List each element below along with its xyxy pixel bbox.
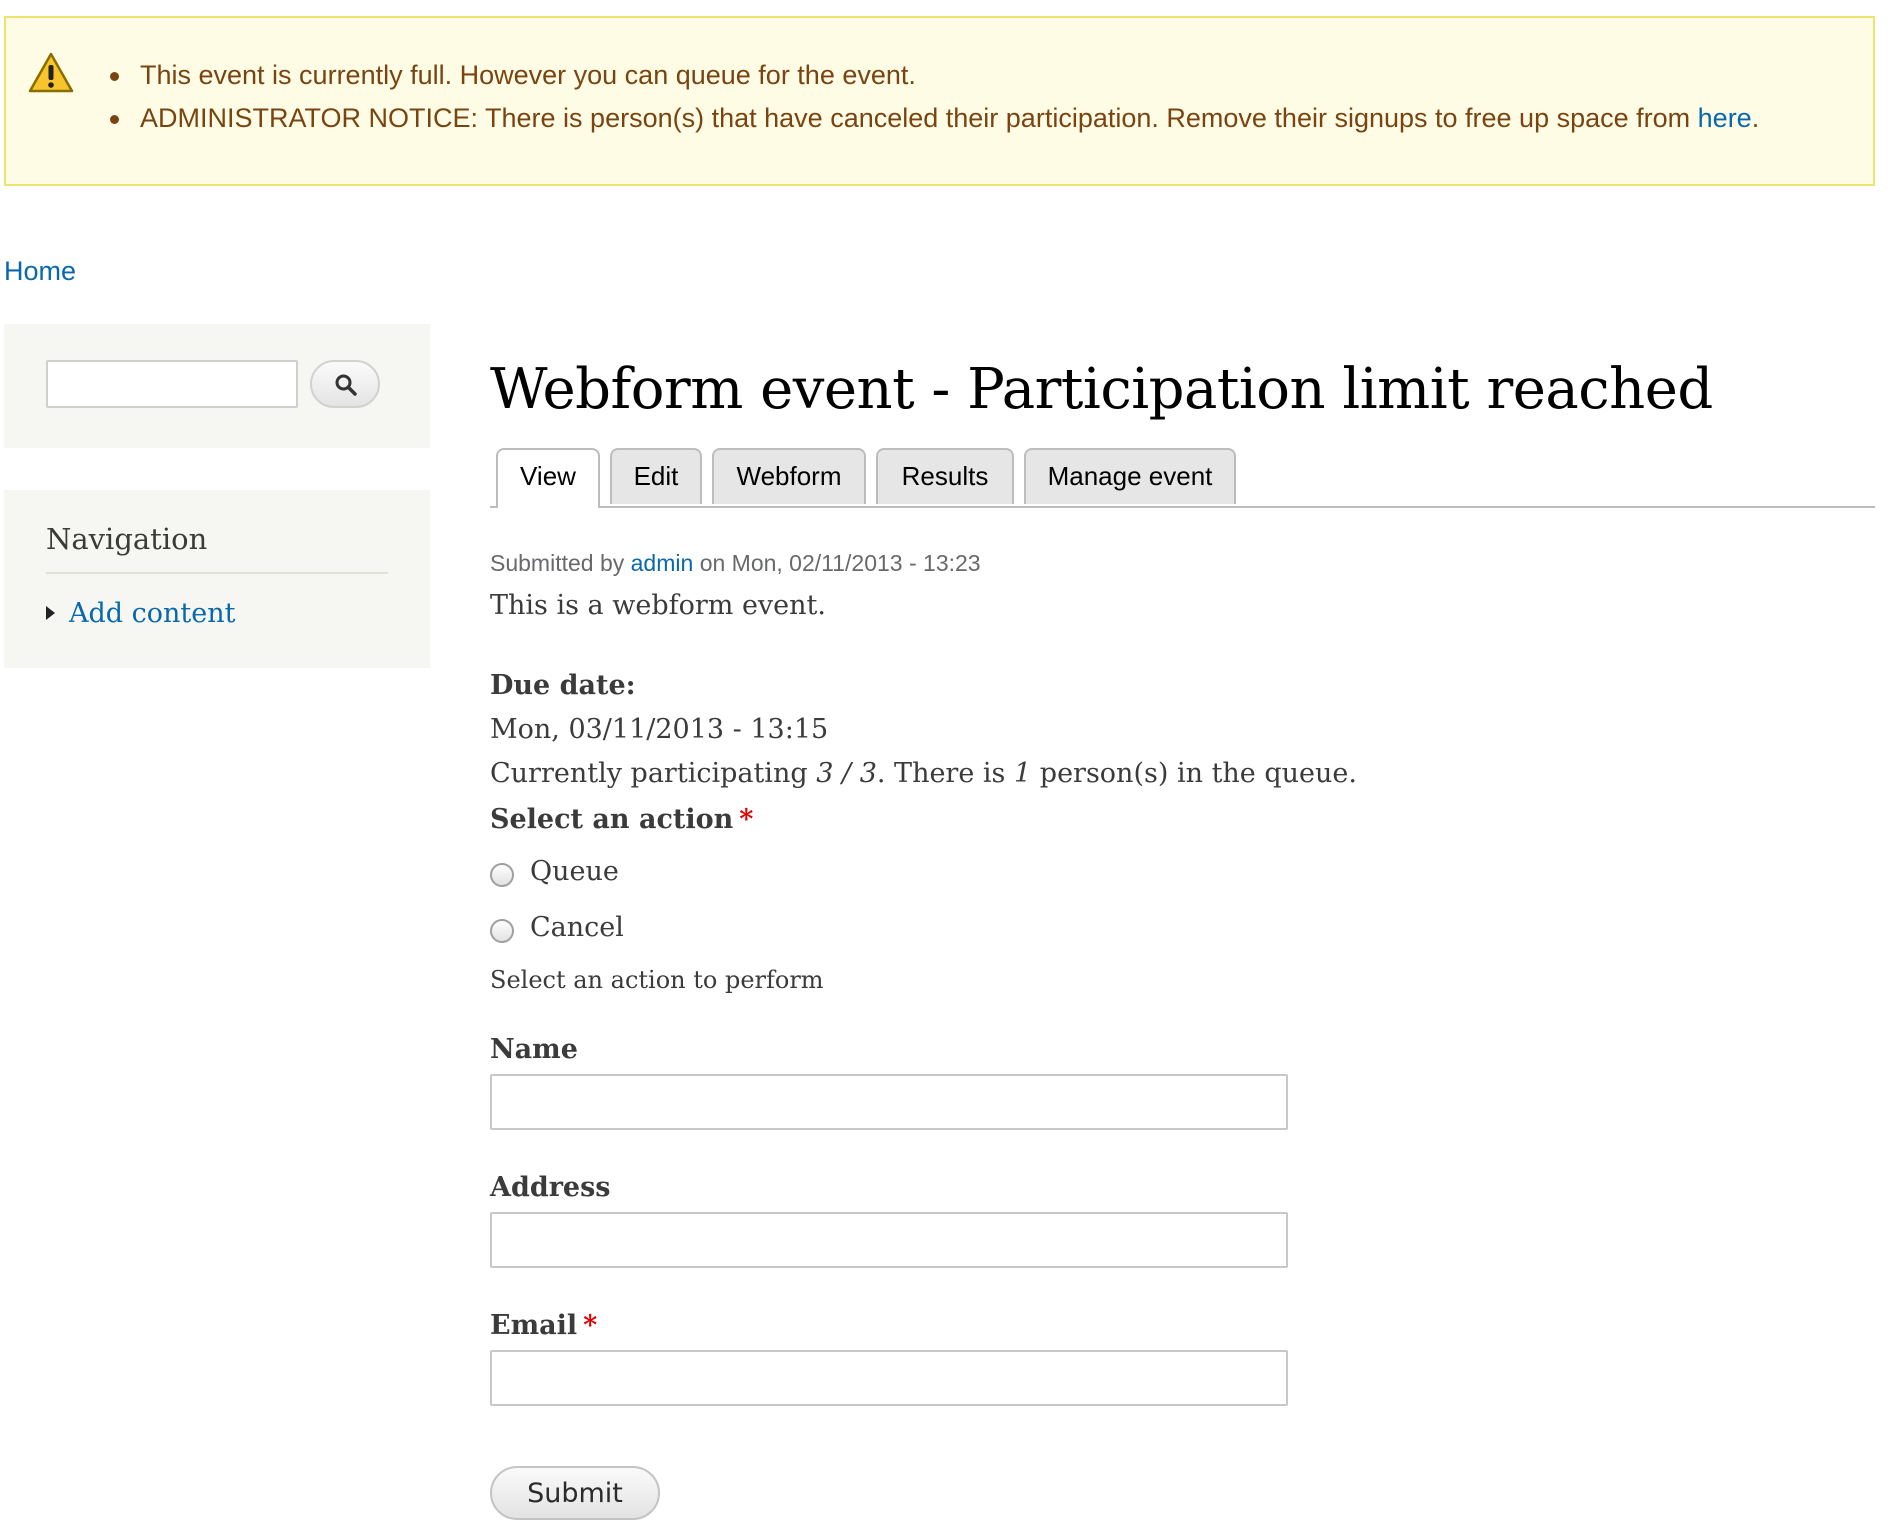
warning-message: This event is currently full. However yo… [4, 16, 1875, 186]
tab-results[interactable]: Results [876, 448, 1014, 504]
remove-signups-link[interactable]: here [1698, 103, 1752, 133]
submit-button[interactable]: Submit [490, 1466, 660, 1520]
participant-limit: 3 [859, 758, 877, 789]
name-field: Name [490, 1032, 1875, 1130]
search-icon [335, 374, 357, 396]
queue-radio-label[interactable]: Queue [530, 854, 619, 890]
search-input[interactable] [46, 360, 298, 408]
due-date-field: Due date: Mon, 03/11/2013 - 13:15 Curren… [490, 668, 1875, 792]
address-field: Address [490, 1170, 1875, 1268]
name-input[interactable] [490, 1074, 1288, 1130]
required-marker: * [583, 1310, 598, 1341]
radio-option-queue[interactable]: Queue [490, 844, 1875, 900]
cancel-radio-label[interactable]: Cancel [530, 910, 624, 946]
action-description: Select an action to perform [490, 966, 824, 994]
radio-option-cancel[interactable]: Cancel [490, 900, 1875, 956]
cancel-radio[interactable] [490, 919, 514, 943]
form-actions: Submit [490, 1466, 1875, 1520]
triangle-right-icon [46, 606, 55, 620]
search-block [4, 324, 430, 448]
participation-status: Currently participating 3 / 3. There is … [490, 758, 1357, 789]
name-label: Name [490, 1034, 578, 1065]
warning-icon [28, 52, 74, 93]
page-title: Webform event - Participation limit reac… [490, 357, 1713, 422]
sidebar: Navigation Add content [4, 324, 430, 668]
tab-manage-event[interactable]: Manage event [1024, 448, 1236, 504]
warning-item: ADMINISTRATOR NOTICE: There is person(s)… [110, 97, 1850, 140]
email-field: Email * [490, 1308, 1875, 1406]
email-label: Email * [490, 1310, 598, 1341]
main-content: Webform event - Participation limit reac… [490, 350, 1875, 1520]
tabs: View Edit Webform Results Manage event [490, 448, 1875, 508]
current-participants: 3 [816, 758, 834, 789]
due-date-label: Due date: [490, 670, 636, 701]
navigation-block: Navigation Add content [4, 490, 430, 668]
action-field: Select an action * Queue Cancel Select an… [490, 802, 1875, 996]
due-date-value: Mon, 03/11/2013 - 13:15 [490, 714, 829, 745]
tab-edit[interactable]: Edit [610, 448, 702, 504]
email-input[interactable] [490, 1350, 1288, 1406]
warning-item: This event is currently full. However yo… [110, 54, 1850, 97]
address-label: Address [490, 1172, 611, 1203]
add-content-link[interactable]: Add content [69, 598, 235, 629]
address-input[interactable] [490, 1212, 1288, 1268]
body-text: This is a webform event. [490, 590, 826, 621]
queue-radio[interactable] [490, 863, 514, 887]
action-label: Select an action * [490, 804, 754, 835]
submitted-info: Submitted by admin on Mon, 02/11/2013 - … [490, 550, 981, 576]
nav-item-add-content: Add content [46, 596, 235, 632]
breadcrumb-home-link[interactable]: Home [4, 256, 76, 286]
required-marker: * [739, 804, 754, 835]
search-button[interactable] [310, 360, 380, 408]
tab-view[interactable]: View [496, 448, 600, 508]
author-link[interactable]: admin [631, 550, 694, 576]
tab-webform[interactable]: Webform [712, 448, 866, 504]
breadcrumb: Home [4, 254, 76, 288]
navigation-title: Navigation [46, 520, 388, 574]
warning-list: This event is currently full. However yo… [110, 54, 1850, 140]
queue-count: 1 [1014, 758, 1032, 789]
